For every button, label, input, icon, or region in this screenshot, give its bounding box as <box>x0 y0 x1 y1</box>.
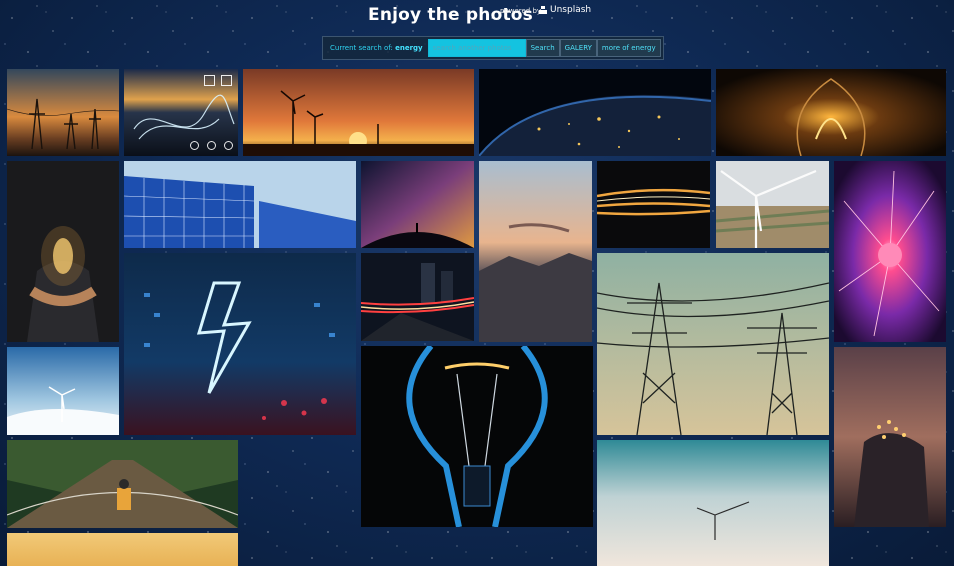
current-search-prefix: Current search of: <box>330 44 393 52</box>
photo-sunset-sky[interactable] <box>7 533 238 566</box>
expand-icon[interactable] <box>204 75 215 86</box>
photo-solar-panels[interactable] <box>124 161 356 248</box>
photo-light-painting[interactable] <box>124 69 238 156</box>
current-search-term: energy <box>395 44 423 52</box>
page-header: Enjoy the photos powered by Unsplash <box>0 0 954 34</box>
photo-wind-turbine-field[interactable] <box>716 161 829 248</box>
photo-plasma-ball[interactable] <box>834 161 946 342</box>
info-icon[interactable] <box>207 141 216 150</box>
photo-transmission-towers[interactable] <box>597 253 829 435</box>
gallery-button[interactable]: GALERY <box>559 39 597 57</box>
brand-name: Unsplash <box>550 5 592 15</box>
search-input[interactable] <box>427 39 526 57</box>
photo-milky-way[interactable] <box>361 161 474 248</box>
photo-suspension-bridge[interactable] <box>7 440 238 528</box>
tile-overlay-icons <box>204 75 232 86</box>
powered-by-text: powered by <box>500 7 542 15</box>
photo-snowy-wind-turbines[interactable] <box>7 347 119 435</box>
more-of-energy-button[interactable]: more of energy <box>596 39 661 57</box>
photo-earth-at-night[interactable] <box>479 69 711 156</box>
search-button[interactable]: Search <box>525 39 560 57</box>
tile-overlay-actions <box>190 141 233 150</box>
download-icon[interactable] <box>224 141 233 150</box>
photo-neon-lightning[interactable] <box>124 253 356 435</box>
search-bar: Current search of: energy Search GALERY … <box>322 36 664 60</box>
photo-offshore-turbine[interactable] <box>597 440 829 566</box>
photo-edison-bulb[interactable] <box>361 346 593 527</box>
like-icon[interactable] <box>190 141 199 150</box>
unsplash-logo-icon <box>539 6 547 14</box>
photo-mountain-dusk[interactable] <box>479 161 592 342</box>
fullscreen-icon[interactable] <box>221 75 232 86</box>
photo-wind-turbines-sunset[interactable] <box>243 69 474 156</box>
photo-light-streaks[interactable] <box>597 161 710 248</box>
photo-power-lines-sunset[interactable] <box>7 69 119 156</box>
photo-light-bulb-glow[interactable] <box>716 69 946 156</box>
unsplash-brand[interactable]: Unsplash <box>539 5 591 15</box>
photo-city-light-trails[interactable] <box>361 253 474 341</box>
current-search-label: Current search of: energy <box>325 44 428 52</box>
photo-hands-holding-bulb[interactable] <box>7 161 119 342</box>
photo-fairy-lights-hand[interactable] <box>834 347 946 527</box>
